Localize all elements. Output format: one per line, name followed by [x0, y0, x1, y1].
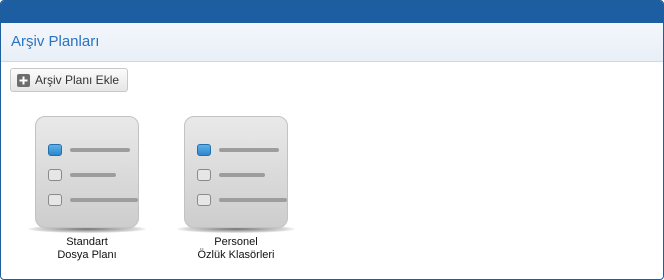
checklist-icon [184, 116, 288, 228]
add-archive-plan-button[interactable]: Arşiv Planı Ekle [10, 68, 129, 92]
page-title: Arşiv Planları [11, 33, 100, 50]
plan-tile-label-line2: Dosya Planı [57, 249, 117, 261]
plan-tile-label-line2: Özlük Klasörleri [197, 249, 275, 261]
panel-header: Arşiv Planları [1, 23, 663, 62]
plan-tile-personel[interactable]: Personel Özlük Klasörleri [171, 116, 301, 271]
top-bar [1, 1, 663, 23]
plan-tile-label: Personel Özlük Klasörleri [171, 236, 301, 262]
plus-square-icon [17, 73, 30, 87]
plan-tile-label-line1: Personel [214, 236, 258, 248]
archive-plans-panel: Arşiv Planları Arşiv Planı Ekle Standart… [0, 0, 664, 280]
plan-tile-label-line1: Standart [66, 236, 108, 248]
plan-tile-label: Standart Dosya Planı [22, 236, 152, 262]
plan-tile-standart[interactable]: Standart Dosya Planı [22, 116, 152, 271]
add-archive-plan-label: Arşiv Planı Ekle [35, 73, 120, 87]
checklist-icon [35, 116, 139, 228]
